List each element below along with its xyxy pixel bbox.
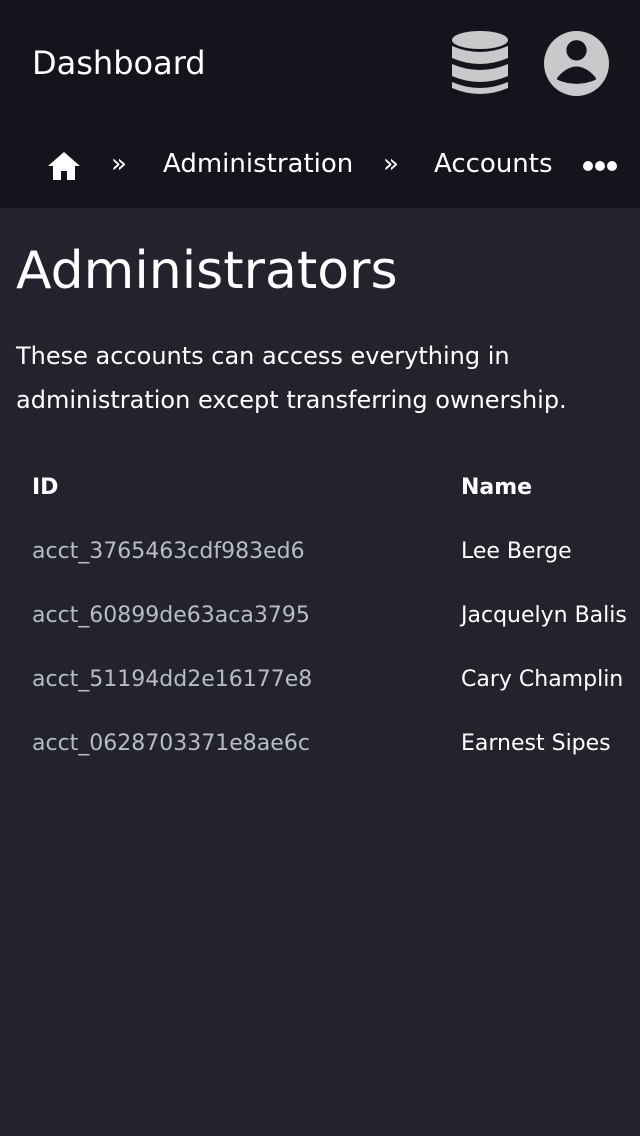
more-horizontal-icon[interactable] — [582, 160, 618, 172]
table-row: acct_51194dd2e16177e8 Cary Champlin — [0, 648, 640, 712]
account-id: acct_60899de63aca3795 — [32, 603, 310, 628]
breadcrumb: » Administration » Accounts — [0, 138, 640, 190]
account-name: Earnest Sipes — [461, 731, 611, 756]
account-id: acct_0628703371e8ae6c — [32, 731, 310, 756]
page-title: Administrators — [16, 241, 398, 301]
table-row: acct_3765463cdf983ed6 Lee Berge — [0, 520, 640, 584]
table-row: acct_60899de63aca3795 Jacquelyn Balis — [0, 584, 640, 648]
table-row: acct_0628703371e8ae6c Earnest Sipes — [0, 712, 640, 776]
app-title[interactable]: Dashboard — [32, 42, 206, 84]
home-icon[interactable] — [46, 150, 82, 182]
app-root: Dashboard » Administration » Accounts Ad… — [0, 0, 640, 1136]
account-name: Jacquelyn Balis — [461, 603, 627, 628]
account-name: Lee Berge — [461, 539, 572, 564]
column-header-id: ID — [32, 475, 59, 500]
breadcrumb-separator: » — [111, 149, 127, 179]
page-description: These accounts can access everything in … — [16, 342, 567, 414]
account-id: acct_51194dd2e16177e8 — [32, 667, 313, 692]
breadcrumb-item-accounts[interactable]: Accounts — [434, 146, 553, 182]
account-name: Cary Champlin — [461, 667, 624, 692]
user-avatar-icon[interactable] — [544, 31, 609, 96]
column-header-name: Name — [461, 475, 533, 500]
database-icon[interactable] — [448, 28, 512, 100]
top-bar: Dashboard » Administration » Accounts — [0, 0, 640, 208]
breadcrumb-separator: » — [383, 149, 399, 179]
administrators-table: ID Name acct_3765463cdf983ed6 Lee Berge … — [0, 456, 640, 776]
breadcrumb-item-administration[interactable]: Administration — [163, 146, 353, 182]
account-id: acct_3765463cdf983ed6 — [32, 539, 305, 564]
